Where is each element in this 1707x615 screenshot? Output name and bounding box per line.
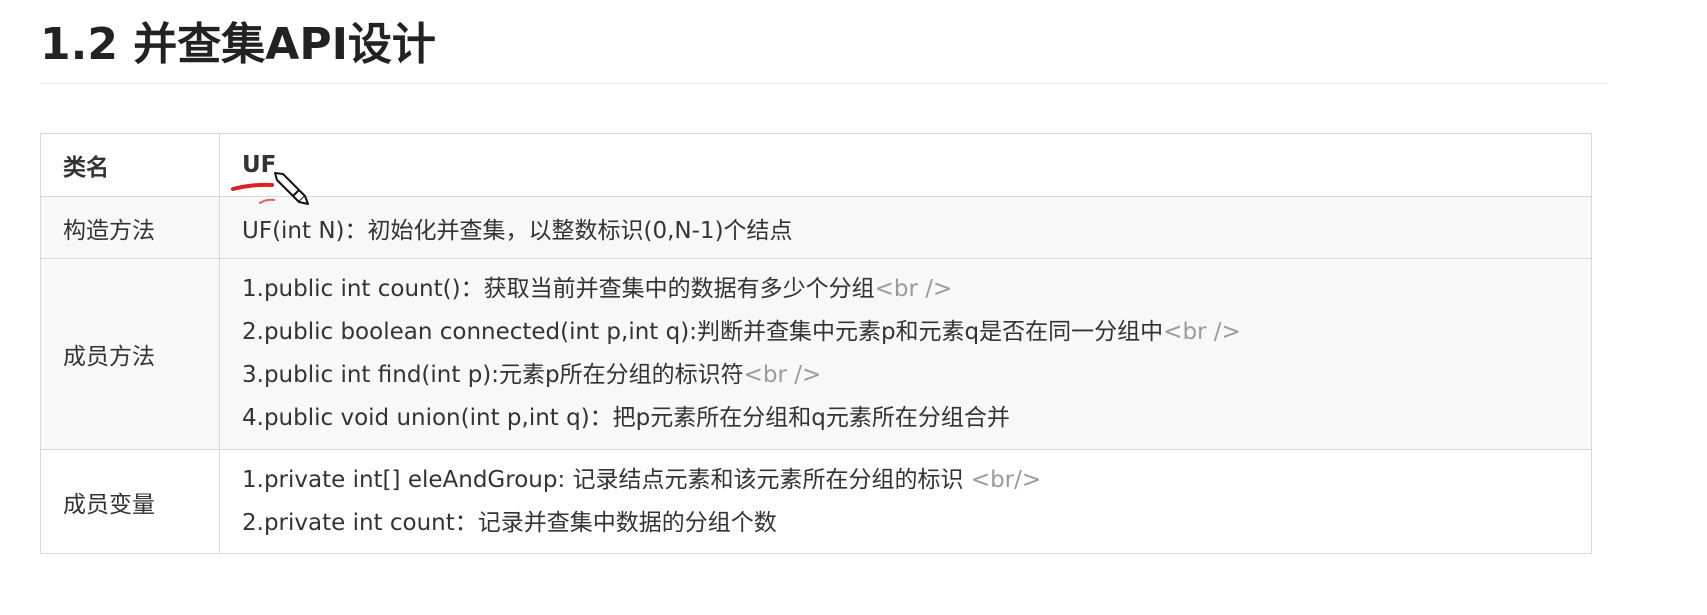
heading-divider (40, 83, 1608, 84)
row-value: 1.public int count()：获取当前并查集中的数据有多少个分组<b… (219, 258, 1592, 450)
row-label: 成员方法 (40, 258, 220, 450)
variable-line: 1.private int[] eleAndGroup: 记录结点元素和该元素所… (242, 466, 1042, 493)
row-label: 成员变量 (40, 449, 220, 554)
row-value: UF(int N)：初始化并查集，以整数标识(0,N-1)个结点 (219, 196, 1592, 259)
class-name-value: UF (242, 152, 277, 178)
page-title: 1.2 并查集API设计 (40, 19, 436, 70)
method-line: 2.public boolean connected(int p,int q):… (242, 319, 1241, 345)
row-label: 构造方法 (40, 196, 220, 259)
method-line: 4.public void union(int p,int q)：把p元素所在分… (242, 405, 1010, 431)
variable-line: 2.private int count：记录并查集中数据的分组个数 (242, 509, 777, 536)
api-table: 类名 UF 构造方法 UF(int N)：初始化并查集，以整数标识(0,N-1)… (40, 133, 1592, 554)
table-row-variables: 成员变量 1.private int[] eleAndGroup: 记录结点元素… (40, 449, 1592, 554)
table-row-constructor: 构造方法 UF(int N)：初始化并查集，以整数标识(0,N-1)个结点 (40, 196, 1592, 259)
method-line: 1.public int count()：获取当前并查集中的数据有多少个分组<b… (242, 276, 953, 302)
method-line: 3.public int find(int p):元素p所在分组的标识符<br … (242, 362, 822, 388)
table-row-methods: 成员方法 1.public int count()：获取当前并查集中的数据有多少… (40, 258, 1592, 450)
row-label: 类名 (40, 133, 220, 197)
row-value: UF (219, 133, 1592, 197)
row-value: 1.private int[] eleAndGroup: 记录结点元素和该元素所… (219, 449, 1592, 554)
table-row-class-name: 类名 UF (40, 133, 1592, 197)
